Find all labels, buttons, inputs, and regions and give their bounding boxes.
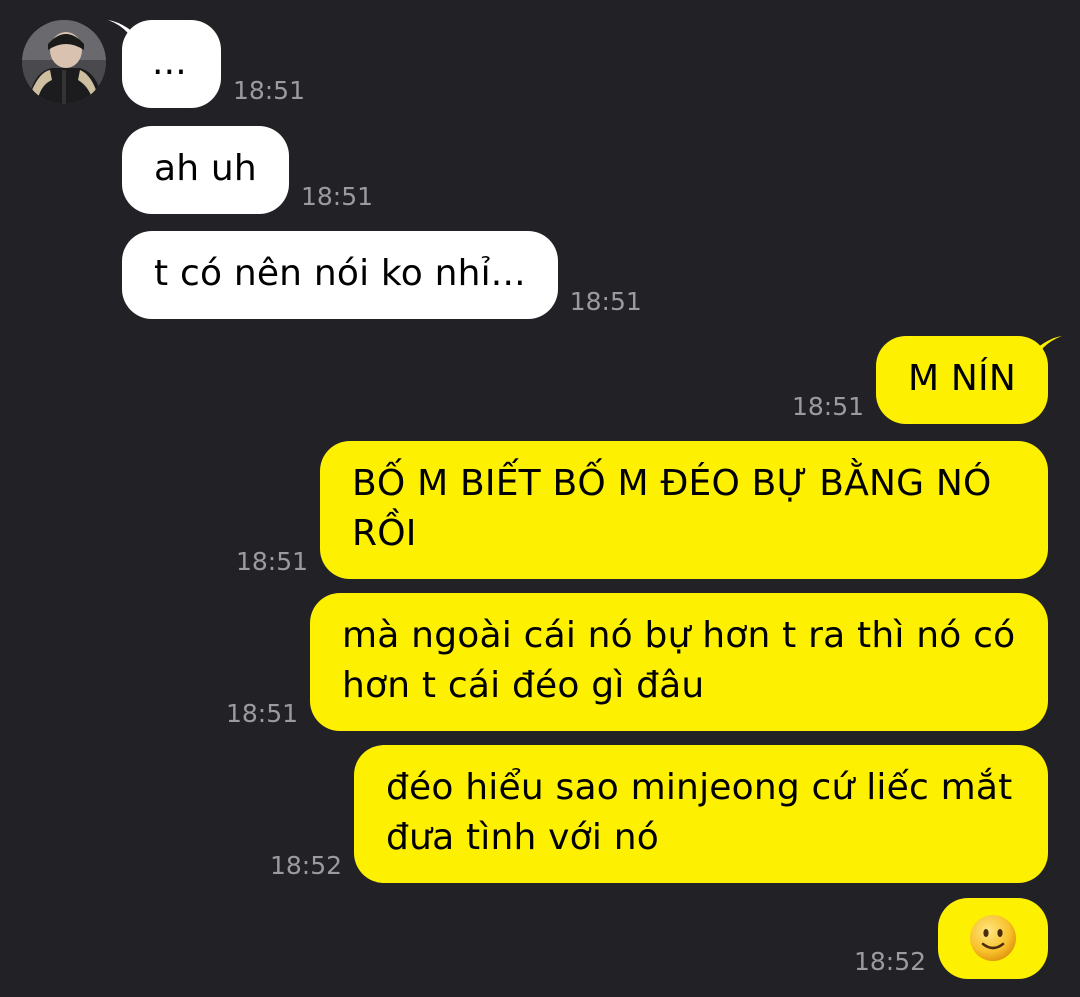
message-text: t có nên nói ko nhỉ... [154,253,526,294]
message-text: ... [152,42,187,83]
message-row: ... 18:51 [108,20,305,108]
message-text: M NÍN [908,358,1016,399]
avatar-photo-icon [22,20,106,104]
message-time: 18:51 [235,547,308,576]
message-row: BỐ M BIẾT BỐ M ĐÉO BỰ BẰNG NÓ RỒI 18:51 [236,441,1048,579]
slightly-smiling-face-icon [970,915,1016,961]
message-bubble[interactable]: t có nên nói ko nhỉ... [122,231,558,319]
message-text: đéo hiểu sao minjeong cứ liếc mắt đưa tì… [386,767,1013,858]
message-bubble[interactable]: ah uh [122,126,289,214]
message-time: 18:51 [300,182,373,211]
message-bubble[interactable]: ... [108,20,221,108]
message-row: ah uh 18:51 [122,126,373,214]
message-row: mà ngoài cái nó bự hơn t ra thì nó có hơ… [226,593,1048,731]
message-time: 18:52 [853,947,926,976]
message-time: 18:51 [225,699,298,728]
message-time: 18:52 [269,851,342,880]
message-row: đéo hiểu sao minjeong cứ liếc mắt đưa tì… [270,745,1048,883]
message-text: mà ngoài cái nó bự hơn t ra thì nó có hơ… [342,615,1016,706]
message-bubble[interactable] [938,898,1048,979]
contact-avatar[interactable] [22,20,106,104]
message-bubble[interactable]: đéo hiểu sao minjeong cứ liếc mắt đưa tì… [354,745,1048,883]
message-text: BỐ M BIẾT BỐ M ĐÉO BỰ BẰNG NÓ RỒI [352,463,992,554]
bubble-tail-icon [108,20,138,50]
message-time: 18:51 [569,287,642,316]
message-bubble[interactable]: BỐ M BIẾT BỐ M ĐÉO BỰ BẰNG NÓ RỒI [320,441,1048,579]
message-row: t có nên nói ko nhỉ... 18:51 [122,231,642,319]
message-time: 18:51 [791,392,865,421]
message-text: ah uh [154,148,257,189]
message-row: M NÍN 18:51 [791,336,1062,424]
message-time: 18:51 [232,76,305,105]
message-bubble[interactable]: M NÍN [876,336,1062,424]
message-row: 18:52 [854,898,1048,979]
bubble-tail-icon [1032,336,1062,366]
message-bubble[interactable]: mà ngoài cái nó bự hơn t ra thì nó có hơ… [310,593,1048,731]
